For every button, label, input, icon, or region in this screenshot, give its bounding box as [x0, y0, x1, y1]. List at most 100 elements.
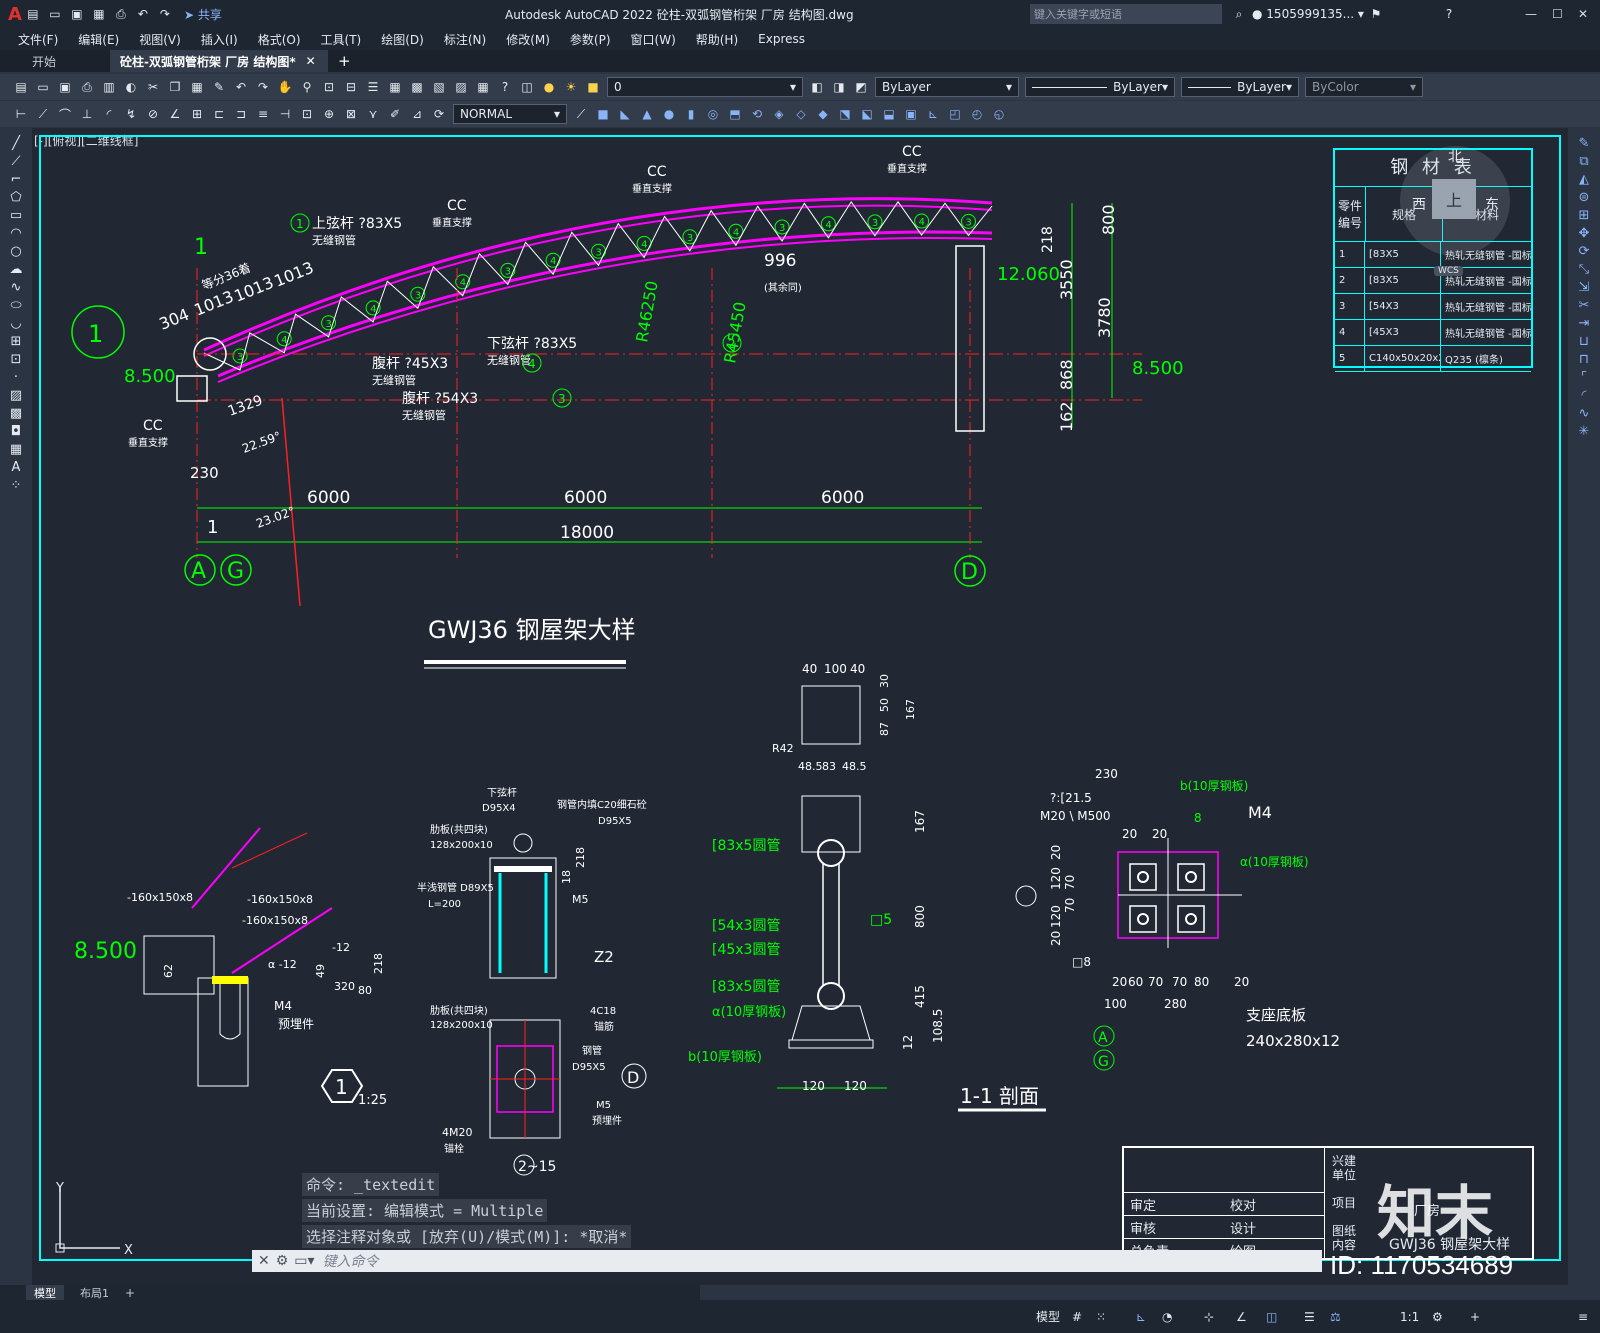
otrack-icon[interactable]: ∠: [1236, 1310, 1247, 1324]
dim-linear-icon[interactable]: ⊢: [12, 105, 30, 123]
tab-drawing[interactable]: 砼柱-双弧钢管桁架 厂房 结构图* ✕: [110, 50, 328, 72]
center-mark-icon[interactable]: ⊕: [320, 105, 338, 123]
sun-icon[interactable]: ☀: [562, 78, 580, 96]
dim-continue-icon[interactable]: ⊐: [232, 105, 250, 123]
jogged-linear-icon[interactable]: ⋎: [364, 105, 382, 123]
explode-icon[interactable]: ✳: [1579, 424, 1590, 439]
menu-item-4[interactable]: 格式(O): [248, 31, 311, 48]
share-button[interactable]: ➤ 共享: [184, 6, 222, 23]
dimstyle-dropdown[interactable]: NORMAL ▾: [453, 104, 567, 124]
open-icon[interactable]: ▭: [34, 78, 52, 96]
customize-icon[interactable]: +: [1470, 1310, 1480, 1324]
lightbulb-icon[interactable]: ●: [540, 78, 558, 96]
construction-line-icon[interactable]: ⟋: [11, 154, 20, 169]
solid-wedge-icon[interactable]: ◣: [616, 105, 634, 123]
rotate-icon[interactable]: ⟳: [1579, 244, 1590, 259]
plotstyle-dropdown[interactable]: ByColor ▾: [1305, 77, 1423, 97]
new-file-icon[interactable]: ▤: [24, 5, 42, 23]
move-icon[interactable]: ✥: [1579, 226, 1590, 241]
lock-icon[interactable]: ■: [584, 78, 602, 96]
camera-icon[interactable]: ◵: [990, 105, 1008, 123]
spline-icon[interactable]: ∿: [11, 280, 22, 295]
cut-icon[interactable]: ✂: [144, 78, 162, 96]
tab-model[interactable]: 模型: [26, 1284, 64, 1301]
add-selected-icon[interactable]: ⁘: [11, 478, 22, 493]
extend-icon[interactable]: ⇥: [1579, 316, 1590, 331]
zoom-realtime-icon[interactable]: ⚲: [298, 78, 316, 96]
drawing-canvas[interactable]: [-][俯视][二维线框] 34343434343434343AGD111 -1…: [32, 128, 1568, 1285]
preview-icon[interactable]: ▥: [100, 78, 118, 96]
command-line[interactable]: ✕ ⚙ ▭▾ 键入命令: [252, 1250, 1322, 1272]
help-icon-2[interactable]: ?: [496, 78, 514, 96]
new-icon[interactable]: ▤: [12, 78, 30, 96]
union-icon[interactable]: ◈: [770, 105, 788, 123]
intersect-icon[interactable]: ◆: [814, 105, 832, 123]
annotation-scale[interactable]: 1:1: [1400, 1310, 1419, 1324]
view-icon[interactable]: ◰: [946, 105, 964, 123]
new-tab-button[interactable]: +: [338, 52, 351, 70]
markup-icon[interactable]: ▨: [452, 78, 470, 96]
annotation-visibility-icon[interactable]: ⚖: [1330, 1310, 1341, 1324]
workspace-gear-icon[interactable]: ⚙: [1432, 1310, 1443, 1324]
menu-item-7[interactable]: 标注(N): [434, 31, 496, 48]
gradient-icon[interactable]: ▩: [10, 406, 22, 421]
zoom-window-icon[interactable]: ⊡: [320, 78, 338, 96]
copy-icon[interactable]: ❐: [166, 78, 184, 96]
solid-cone-icon[interactable]: ▲: [638, 105, 656, 123]
lineweight-toggle-icon[interactable]: ☰: [1304, 1310, 1315, 1324]
dim-radius-icon[interactable]: ◜: [100, 105, 118, 123]
layer-tool-icon-3[interactable]: ◩: [852, 78, 870, 96]
array-icon[interactable]: ⊞: [1579, 208, 1590, 223]
make-block-icon[interactable]: ⊡: [11, 352, 22, 367]
autocad-logo[interactable]: A: [8, 4, 22, 25]
dim-update-icon[interactable]: ⟳: [430, 105, 448, 123]
close-window-button[interactable]: ✕: [1578, 7, 1588, 21]
interfere-icon[interactable]: ⬓: [880, 105, 898, 123]
dim-jogged-icon[interactable]: ↯: [122, 105, 140, 123]
paste-icon[interactable]: ▦: [188, 78, 206, 96]
insert-block-icon[interactable]: ⊞: [11, 334, 22, 349]
linetype-dropdown[interactable]: ByLayer ▾: [1025, 77, 1175, 97]
menu-item-6[interactable]: 绘图(D): [371, 31, 434, 48]
extrude-icon[interactable]: ⬒: [726, 105, 744, 123]
dim-space-icon[interactable]: ≡: [254, 105, 272, 123]
fillet-icon[interactable]: ◜: [1581, 388, 1586, 403]
close-tab-icon[interactable]: ✕: [306, 54, 316, 68]
hatch-icon[interactable]: ▨: [10, 388, 22, 403]
break-icon[interactable]: ⊔: [1579, 334, 1589, 349]
offset-icon[interactable]: ⊜: [1579, 190, 1590, 205]
line-icon[interactable]: ╱: [12, 136, 20, 151]
dim-angular-icon[interactable]: ∠: [166, 105, 184, 123]
dimtedit-icon[interactable]: ⊿: [408, 105, 426, 123]
menu-item-1[interactable]: 编辑(E): [68, 31, 129, 48]
polar-icon[interactable]: ◔: [1162, 1310, 1172, 1324]
menu-item-8[interactable]: 修改(M): [496, 31, 560, 48]
osnap-icon[interactable]: ⊹: [1204, 1310, 1214, 1324]
add-layout-button[interactable]: +: [125, 1286, 135, 1300]
undo-icon[interactable]: ↶: [134, 5, 152, 23]
print-icon[interactable]: ⎙: [78, 78, 96, 96]
grid-icon[interactable]: #: [1072, 1310, 1082, 1324]
tool-palette-icon[interactable]: ▩: [408, 78, 426, 96]
command-settings-icon[interactable]: ⚙: [276, 1253, 289, 1269]
command-close-icon[interactable]: ✕: [258, 1253, 270, 1269]
orbit-icon[interactable]: ◴: [968, 105, 986, 123]
ucs-icon[interactable]: ⊾: [924, 105, 942, 123]
ortho-icon[interactable]: ⊾: [1136, 1310, 1146, 1324]
menu-item-3[interactable]: 插入(I): [191, 31, 248, 48]
tolerance-icon[interactable]: ⊡: [298, 105, 316, 123]
viewcube-east[interactable]: 东: [1485, 194, 1499, 214]
ellipse-arc-icon[interactable]: ◡: [10, 316, 21, 331]
slice-icon[interactable]: ⬔: [836, 105, 854, 123]
menu-item-0[interactable]: 文件(F): [8, 31, 68, 48]
solid-sphere-icon[interactable]: ●: [660, 105, 678, 123]
save-icon[interactable]: ▣: [68, 5, 86, 23]
erase-icon[interactable]: ✎: [1579, 136, 1590, 151]
viewcube-west[interactable]: 西: [1412, 194, 1426, 214]
subtract-icon[interactable]: ◇: [792, 105, 810, 123]
user-account[interactable]: ● 1505999135... ▾: [1252, 7, 1364, 21]
design-center-icon[interactable]: ▦: [386, 78, 404, 96]
trim-icon[interactable]: ✂: [1579, 298, 1590, 313]
search-icon[interactable]: ⌕: [1230, 5, 1248, 23]
undo-icon-2[interactable]: ↶: [232, 78, 250, 96]
